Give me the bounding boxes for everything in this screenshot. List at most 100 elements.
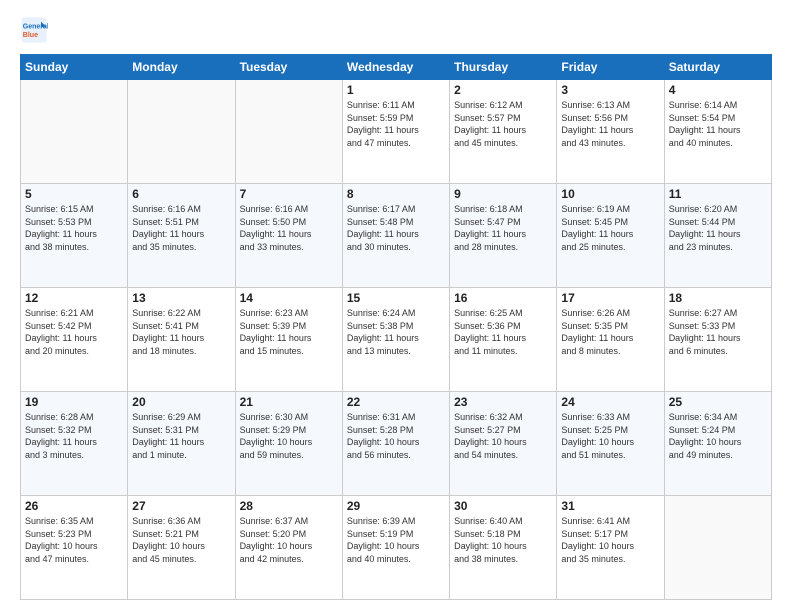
calendar-cell: 13Sunrise: 6:22 AM Sunset: 5:41 PM Dayli…: [128, 288, 235, 392]
calendar-cell: 23Sunrise: 6:32 AM Sunset: 5:27 PM Dayli…: [450, 392, 557, 496]
day-number: 27: [132, 499, 230, 513]
day-info: Sunrise: 6:31 AM Sunset: 5:28 PM Dayligh…: [347, 411, 445, 461]
calendar-cell: 12 Sunrise: 6:21 AM Sunset: 5:42 PM Dayli…: [21, 288, 128, 392]
day-number: 6: [132, 187, 230, 201]
day-info: Sunrise: 6:14 AM Sunset: 5:54 PM Dayligh…: [669, 99, 767, 149]
weekday-header-monday: Monday: [128, 55, 235, 80]
day-number: 16: [454, 291, 552, 305]
day-number: 5: [25, 187, 123, 201]
weekday-header-sunday: Sunday: [21, 55, 128, 80]
calendar-cell: 3 Sunrise: 6:13 AM Sunset: 5:56 PM Daylig…: [557, 80, 664, 184]
day-info: Sunrise: 6:36 AM Sunset: 5:21 PM Dayligh…: [132, 515, 230, 565]
header: General Blue: [20, 16, 772, 44]
day-info: Sunrise: 6:12 AM Sunset: 5:57 PM Dayligh…: [454, 99, 552, 149]
calendar-cell: [235, 80, 342, 184]
day-number: 12: [25, 291, 123, 305]
day-info: Sunrise: 6:15 AM Sunset: 5:53 PM Dayligh…: [25, 203, 123, 253]
day-number: 28: [240, 499, 338, 513]
day-number: 10: [561, 187, 659, 201]
day-number: 2: [454, 83, 552, 97]
weekday-header-saturday: Saturday: [664, 55, 771, 80]
day-info: Sunrise: 6:32 AM Sunset: 5:27 PM Dayligh…: [454, 411, 552, 461]
day-number: 19: [25, 395, 123, 409]
day-info: Sunrise: 6:33 AM Sunset: 5:25 PM Dayligh…: [561, 411, 659, 461]
day-info: Sunrise: 6:16 AM Sunset: 5:50 PM Dayligh…: [240, 203, 338, 253]
day-info: Sunrise: 6:13 AM Sunset: 5:56 PM Dayligh…: [561, 99, 659, 149]
day-info: Sunrise: 6:35 AM Sunset: 5:23 PM Dayligh…: [25, 515, 123, 565]
weekday-header-friday: Friday: [557, 55, 664, 80]
calendar-cell: 18 Sunrise: 6:27 AM Sunset: 5:33 PM Dayli…: [664, 288, 771, 392]
day-number: 18: [669, 291, 767, 305]
day-number: 22: [347, 395, 445, 409]
weekday-header-thursday: Thursday: [450, 55, 557, 80]
calendar-cell: 26 Sunrise: 6:35 AM Sunset: 5:23 PM Dayli…: [21, 496, 128, 600]
calendar-cell: 28 Sunrise: 6:37 AM Sunset: 5:20 PM Dayli…: [235, 496, 342, 600]
day-info: Sunrise: 6:30 AM Sunset: 5:29 PM Dayligh…: [240, 411, 338, 461]
day-info: Sunrise: 6:21 AM Sunset: 5:42 PM Dayligh…: [25, 307, 123, 357]
calendar-cell: 21 Sunrise: 6:30 AM Sunset: 5:29 PM Dayli…: [235, 392, 342, 496]
day-info: Sunrise: 6:18 AM Sunset: 5:47 PM Dayligh…: [454, 203, 552, 253]
day-info: Sunrise: 6:37 AM Sunset: 5:20 PM Dayligh…: [240, 515, 338, 565]
day-number: 30: [454, 499, 552, 513]
day-info: Sunrise: 6:24 AM Sunset: 5:38 PM Dayligh…: [347, 307, 445, 357]
day-number: 11: [669, 187, 767, 201]
calendar-cell: 14 Sunrise: 6:23 AM Sunset: 5:39 PM Dayli…: [235, 288, 342, 392]
day-number: 26: [25, 499, 123, 513]
calendar-cell: 9 Sunrise: 6:18 AM Sunset: 5:47 PM Daylig…: [450, 184, 557, 288]
calendar-cell: [21, 80, 128, 184]
calendar-cell: 7 Sunrise: 6:16 AM Sunset: 5:50 PM Daylig…: [235, 184, 342, 288]
calendar-cell: 29 Sunrise: 6:39 AM Sunset: 5:19 PM Dayli…: [342, 496, 449, 600]
day-number: 15: [347, 291, 445, 305]
calendar-cell: 27 Sunrise: 6:36 AM Sunset: 5:21 PM Dayli…: [128, 496, 235, 600]
calendar-cell: 30 Sunrise: 6:40 AM Sunset: 5:18 PM Dayli…: [450, 496, 557, 600]
day-number: 13: [132, 291, 230, 305]
calendar-cell: 24Sunrise: 6:33 AM Sunset: 5:25 PM Dayli…: [557, 392, 664, 496]
day-info: Sunrise: 6:34 AM Sunset: 5:24 PM Dayligh…: [669, 411, 767, 461]
day-number: 7: [240, 187, 338, 201]
calendar-cell: 11 Sunrise: 6:20 AM Sunset: 5:44 PM Dayli…: [664, 184, 771, 288]
day-number: 14: [240, 291, 338, 305]
svg-text:Blue: Blue: [23, 32, 38, 39]
calendar-week-row: 1Sunrise: 6:11 AM Sunset: 5:59 PM Daylig…: [21, 80, 772, 184]
day-number: 8: [347, 187, 445, 201]
day-number: 25: [669, 395, 767, 409]
calendar-cell: 6Sunrise: 6:16 AM Sunset: 5:51 PM Daylig…: [128, 184, 235, 288]
day-info: Sunrise: 6:25 AM Sunset: 5:36 PM Dayligh…: [454, 307, 552, 357]
day-number: 29: [347, 499, 445, 513]
day-number: 31: [561, 499, 659, 513]
day-number: 9: [454, 187, 552, 201]
day-info: Sunrise: 6:40 AM Sunset: 5:18 PM Dayligh…: [454, 515, 552, 565]
day-number: 4: [669, 83, 767, 97]
day-info: Sunrise: 6:26 AM Sunset: 5:35 PM Dayligh…: [561, 307, 659, 357]
calendar-cell: [128, 80, 235, 184]
day-info: Sunrise: 6:23 AM Sunset: 5:39 PM Dayligh…: [240, 307, 338, 357]
calendar-cell: 2 Sunrise: 6:12 AM Sunset: 5:57 PM Daylig…: [450, 80, 557, 184]
weekday-header-wednesday: Wednesday: [342, 55, 449, 80]
day-number: 21: [240, 395, 338, 409]
day-number: 3: [561, 83, 659, 97]
day-info: Sunrise: 6:29 AM Sunset: 5:31 PM Dayligh…: [132, 411, 230, 461]
weekday-header-tuesday: Tuesday: [235, 55, 342, 80]
calendar-cell: 8 Sunrise: 6:17 AM Sunset: 5:48 PM Daylig…: [342, 184, 449, 288]
day-info: Sunrise: 6:28 AM Sunset: 5:32 PM Dayligh…: [25, 411, 123, 461]
weekday-header-row: SundayMondayTuesdayWednesdayThursdayFrid…: [21, 55, 772, 80]
page: General Blue SundayMondayTuesdayWednesda…: [0, 0, 792, 612]
day-info: Sunrise: 6:39 AM Sunset: 5:19 PM Dayligh…: [347, 515, 445, 565]
calendar-cell: 19 Sunrise: 6:28 AM Sunset: 5:32 PM Dayli…: [21, 392, 128, 496]
day-number: 17: [561, 291, 659, 305]
calendar-week-row: 12 Sunrise: 6:21 AM Sunset: 5:42 PM Dayli…: [21, 288, 772, 392]
day-info: Sunrise: 6:20 AM Sunset: 5:44 PM Dayligh…: [669, 203, 767, 253]
logo: General Blue: [20, 16, 52, 44]
calendar-cell: 22 Sunrise: 6:31 AM Sunset: 5:28 PM Dayli…: [342, 392, 449, 496]
day-number: 1: [347, 83, 445, 97]
calendar-week-row: 26 Sunrise: 6:35 AM Sunset: 5:23 PM Dayli…: [21, 496, 772, 600]
calendar-cell: 20Sunrise: 6:29 AM Sunset: 5:31 PM Dayli…: [128, 392, 235, 496]
day-info: Sunrise: 6:27 AM Sunset: 5:33 PM Dayligh…: [669, 307, 767, 357]
calendar-cell: [664, 496, 771, 600]
calendar-cell: 4 Sunrise: 6:14 AM Sunset: 5:54 PM Daylig…: [664, 80, 771, 184]
calendar-cell: 17 Sunrise: 6:26 AM Sunset: 5:35 PM Dayli…: [557, 288, 664, 392]
calendar-cell: 16 Sunrise: 6:25 AM Sunset: 5:36 PM Dayli…: [450, 288, 557, 392]
calendar-table: SundayMondayTuesdayWednesdayThursdayFrid…: [20, 54, 772, 600]
day-info: Sunrise: 6:17 AM Sunset: 5:48 PM Dayligh…: [347, 203, 445, 253]
calendar-cell: 5 Sunrise: 6:15 AM Sunset: 5:53 PM Daylig…: [21, 184, 128, 288]
